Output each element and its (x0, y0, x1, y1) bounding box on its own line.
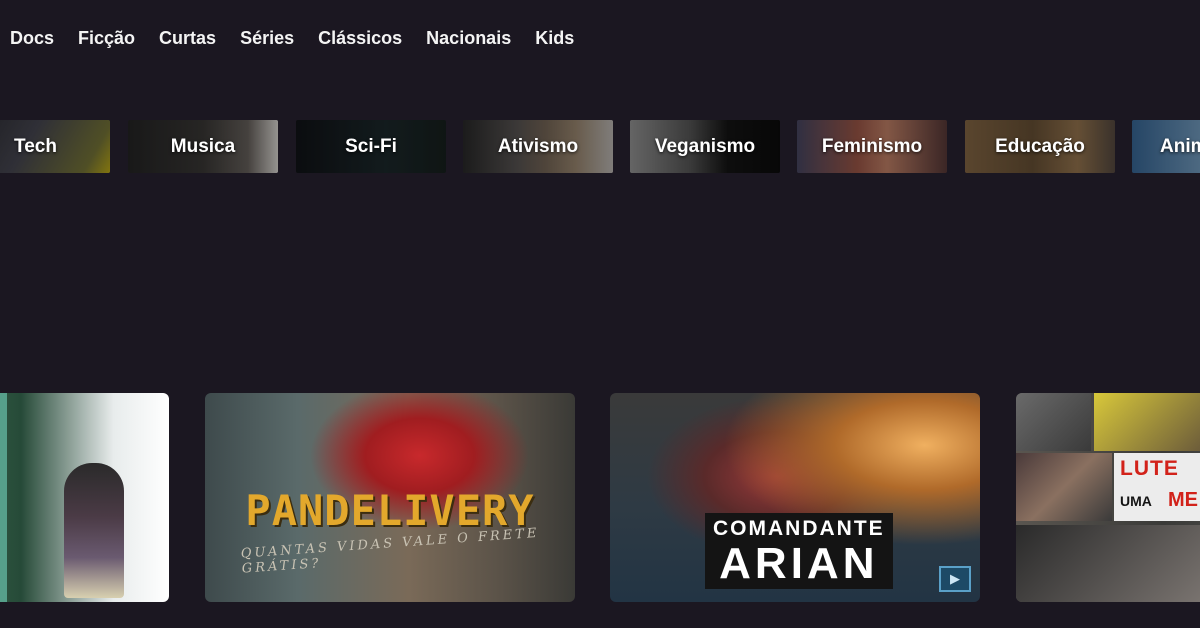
poster-title-line1: COMANDANTE (713, 517, 885, 540)
genre-tile-educacao[interactable]: Educação (965, 120, 1115, 173)
nav-item-series[interactable]: Séries (240, 28, 294, 49)
poster-photo (1016, 393, 1091, 451)
genre-carousel: Tech Musica Sci-Fi Ativismo Veganismo Fe… (0, 120, 1200, 173)
poster-photo (1094, 393, 1200, 451)
genre-tile-feminismo[interactable]: Feminismo (797, 120, 947, 173)
play-icon[interactable]: ▶ (939, 566, 971, 592)
nav-item-docs[interactable]: Docs (10, 28, 54, 49)
genre-label: Feminismo (821, 135, 923, 157)
window-frame (0, 393, 7, 602)
featured-card[interactable] (0, 393, 169, 602)
genre-tile-veganismo[interactable]: Veganismo (630, 120, 780, 173)
genre-label: Tech (14, 135, 57, 157)
poster-figure (64, 463, 124, 598)
nav-item-kids[interactable]: Kids (535, 28, 574, 49)
genre-label: Educação (995, 135, 1085, 157)
featured-card-comandante-arian[interactable]: COMANDANTE ARIAN ▶ (610, 393, 980, 602)
poster-text-panel: LUTE UMA ME (1114, 453, 1200, 521)
genre-label: Musica (170, 135, 236, 157)
poster-title-box: COMANDANTE ARIAN (705, 513, 893, 589)
nav-item-nacionais[interactable]: Nacionais (426, 28, 511, 49)
nav-item-classicos[interactable]: Clássicos (318, 28, 402, 49)
genre-tile-animacao[interactable]: Anim (1132, 120, 1200, 173)
category-nav: Docs Ficção Curtas Séries Clássicos Naci… (10, 28, 598, 49)
featured-carousel: PANDELIVERY QUANTAS VIDAS VALE O FRETE G… (0, 393, 1200, 603)
genre-tile-tech[interactable]: Tech (0, 120, 110, 173)
genre-label: Ativismo (497, 135, 579, 157)
genre-tile-scifi[interactable]: Sci-Fi (296, 120, 446, 173)
nav-item-ficcao[interactable]: Ficção (78, 28, 135, 49)
genre-tile-ativismo[interactable]: Ativismo (463, 120, 613, 173)
poster-text-line1: LUTE (1120, 457, 1179, 480)
poster-title-line2: ARIAN (719, 539, 879, 588)
genre-label: Sci-Fi (345, 135, 397, 157)
genre-label: Anim (1160, 135, 1200, 157)
featured-card-pandelivery[interactable]: PANDELIVERY QUANTAS VIDAS VALE O FRETE G… (205, 393, 575, 602)
poster-text-line2: UMA (1120, 493, 1152, 509)
genre-tile-musica[interactable]: Musica (128, 120, 278, 173)
poster-photo (1016, 525, 1200, 602)
poster-photo (1016, 453, 1112, 521)
poster-text-line3: ME (1168, 489, 1198, 511)
featured-card-lute[interactable]: LUTE UMA ME (1016, 393, 1200, 602)
nav-item-curtas[interactable]: Curtas (159, 28, 216, 49)
genre-label: Veganismo (654, 135, 756, 157)
